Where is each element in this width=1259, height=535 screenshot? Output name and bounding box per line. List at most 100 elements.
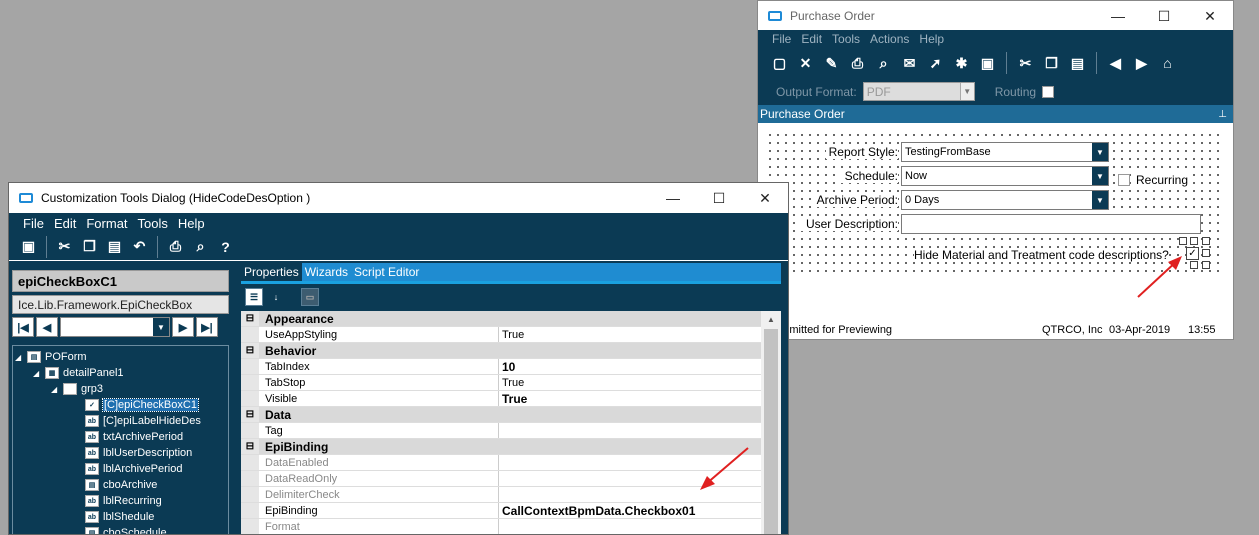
collapse-icon[interactable]: ⊟ — [241, 343, 259, 358]
collapse-icon[interactable]: ⊟ — [241, 311, 259, 326]
home-icon[interactable]: ⌂ — [1158, 54, 1177, 73]
property-row[interactable]: EpiBinding CallContextBpmData.Checkbox01 — [241, 503, 761, 519]
close-button[interactable]: ✕ — [742, 183, 788, 213]
maximize-button[interactable]: ☐ — [1141, 1, 1187, 31]
property-value[interactable]: True — [499, 375, 761, 390]
save-icon[interactable]: ▣ — [19, 237, 38, 256]
tab-wizards[interactable]: Wizards — [301, 263, 352, 281]
menu-tools[interactable]: Tools — [832, 32, 860, 46]
property-value[interactable]: CallContextBpmData.Checkbox01 — [499, 503, 761, 518]
maximize-button[interactable]: ☐ — [696, 183, 742, 213]
menu-format[interactable]: Format — [86, 216, 127, 231]
email-icon[interactable]: ✉ — [900, 54, 919, 73]
chevron-down-icon[interactable]: ▼ — [959, 83, 974, 100]
property-row[interactable]: Format — [241, 519, 761, 534]
menu-tools[interactable]: Tools — [138, 216, 168, 231]
collapse-icon[interactable]: ⊟ — [241, 407, 259, 422]
tree-node[interactable]: ab lblShedule — [85, 509, 154, 525]
copy-icon[interactable]: ❐ — [1042, 54, 1061, 73]
print-preview-icon[interactable]: ⌕ — [874, 54, 893, 73]
property-row[interactable]: TabStop True — [241, 375, 761, 391]
property-category[interactable]: ⊟ Data — [241, 407, 761, 423]
property-row[interactable]: DelimiterCheck — [241, 487, 761, 503]
scroll-up-icon[interactable]: ▲ — [761, 311, 781, 327]
archive-period-select[interactable]: 0 Days ▼ — [901, 190, 1109, 210]
tools-icon[interactable]: ✱ — [952, 54, 971, 73]
chevron-down-icon[interactable]: ▼ — [1092, 191, 1108, 209]
menu-file[interactable]: File — [23, 216, 44, 231]
print-preview-icon[interactable]: ⌕ — [191, 237, 210, 256]
menu-help[interactable]: Help — [919, 32, 944, 46]
user-description-input[interactable] — [901, 214, 1201, 234]
tree-node[interactable]: ▤ cboSchedule — [85, 525, 167, 534]
print-icon[interactable]: ⎙ — [166, 237, 185, 256]
minimize-button[interactable]: — — [1095, 1, 1141, 31]
previous-icon[interactable]: ◀ — [36, 317, 58, 337]
schedule-select[interactable]: Now ▼ — [901, 166, 1109, 186]
tree-node[interactable]: ▤ cboArchive — [85, 477, 157, 493]
clear-icon[interactable]: ✎ — [822, 54, 841, 73]
next-icon[interactable]: ▶ — [172, 317, 194, 337]
property-row[interactable]: TabIndex 10 — [241, 359, 761, 375]
menu-edit[interactable]: Edit — [54, 216, 76, 231]
control-select[interactable]: ▼ — [60, 317, 170, 337]
tree-node[interactable]: ab lblRecurring — [85, 493, 162, 509]
close-button[interactable]: ✕ — [1187, 1, 1233, 31]
property-row[interactable]: UseAppStyling True — [241, 327, 761, 343]
property-row[interactable]: Tag — [241, 423, 761, 439]
property-pages-icon[interactable]: ▭ — [301, 288, 319, 306]
cut-icon[interactable]: ✂ — [1016, 54, 1035, 73]
output-format-select[interactable]: PDF ▼ — [862, 82, 975, 101]
property-value[interactable]: True — [499, 391, 761, 406]
property-value[interactable]: 10 — [499, 359, 761, 374]
cut-icon[interactable]: ✂ — [55, 237, 74, 256]
tree-node[interactable]: ab [C]epiLabelHideDes — [85, 413, 201, 429]
tree-node[interactable]: ab lblUserDescription — [85, 445, 192, 461]
print-icon[interactable]: ⎙ — [848, 54, 867, 73]
property-grid-scrollbar[interactable]: ▲ — [761, 311, 781, 534]
forward-icon[interactable]: ▶ — [1132, 54, 1151, 73]
collapse-icon[interactable]: ⊟ — [241, 439, 259, 454]
property-value[interactable]: True — [499, 327, 761, 342]
tree-node[interactable]: ab txtArchivePeriod — [85, 429, 183, 445]
back-icon[interactable]: ◀ — [1106, 54, 1125, 73]
tab-properties[interactable]: Properties — [241, 263, 302, 281]
help-icon[interactable]: ? — [216, 237, 235, 256]
property-row[interactable]: DataReadOnly — [241, 471, 761, 487]
property-value[interactable] — [499, 455, 761, 470]
report-style-select[interactable]: TestingFromBase ▼ — [901, 142, 1109, 162]
categorized-icon[interactable]: ☰ — [245, 288, 263, 306]
recurring-checkbox[interactable] — [1118, 174, 1130, 186]
property-value[interactable] — [499, 487, 761, 502]
hide-codes-checkbox[interactable]: ✓ — [1186, 247, 1199, 260]
tree-node[interactable]: ◢ grp3 — [51, 381, 103, 397]
scroll-thumb[interactable] — [764, 329, 778, 534]
tree-node[interactable]: ◢ ▤ POForm — [15, 349, 87, 365]
undo-icon[interactable]: ↶ — [130, 237, 149, 256]
property-row[interactable]: DataEnabled — [241, 455, 761, 471]
chevron-down-icon[interactable]: ▼ — [153, 318, 169, 336]
chevron-down-icon[interactable]: ▼ — [1092, 143, 1108, 161]
copy-icon[interactable]: ❐ — [80, 237, 99, 256]
property-row[interactable]: Visible True — [241, 391, 761, 407]
minimize-button[interactable]: — — [650, 183, 696, 213]
control-name-field[interactable]: epiCheckBoxC1 — [12, 270, 229, 292]
property-value[interactable] — [499, 519, 761, 534]
screen-icon[interactable]: ▣ — [978, 54, 997, 73]
delete-icon[interactable]: ✕ — [796, 54, 815, 73]
tree-node-selected[interactable]: ✓ [C]epiCheckBoxC1 — [85, 397, 199, 413]
property-value[interactable] — [499, 471, 761, 486]
last-icon[interactable]: ▶| — [196, 317, 218, 337]
menu-edit[interactable]: Edit — [801, 32, 822, 46]
tree-node[interactable]: ab lblArchivePeriod — [85, 461, 182, 477]
pin-icon[interactable]: ⊥ — [1218, 109, 1227, 120]
new-icon[interactable]: ▢ — [770, 54, 789, 73]
tree-node[interactable]: ◢ ▦ detailPanel1 — [33, 365, 124, 381]
tab-script-editor[interactable]: Script Editor — [351, 263, 423, 281]
menu-actions[interactable]: Actions — [870, 32, 909, 46]
submit-icon[interactable]: ➚ — [926, 54, 945, 73]
first-icon[interactable]: |◀ — [12, 317, 34, 337]
property-value[interactable] — [499, 423, 761, 438]
property-category[interactable]: ⊟ EpiBinding — [241, 439, 761, 455]
property-category[interactable]: ⊟ Behavior — [241, 343, 761, 359]
